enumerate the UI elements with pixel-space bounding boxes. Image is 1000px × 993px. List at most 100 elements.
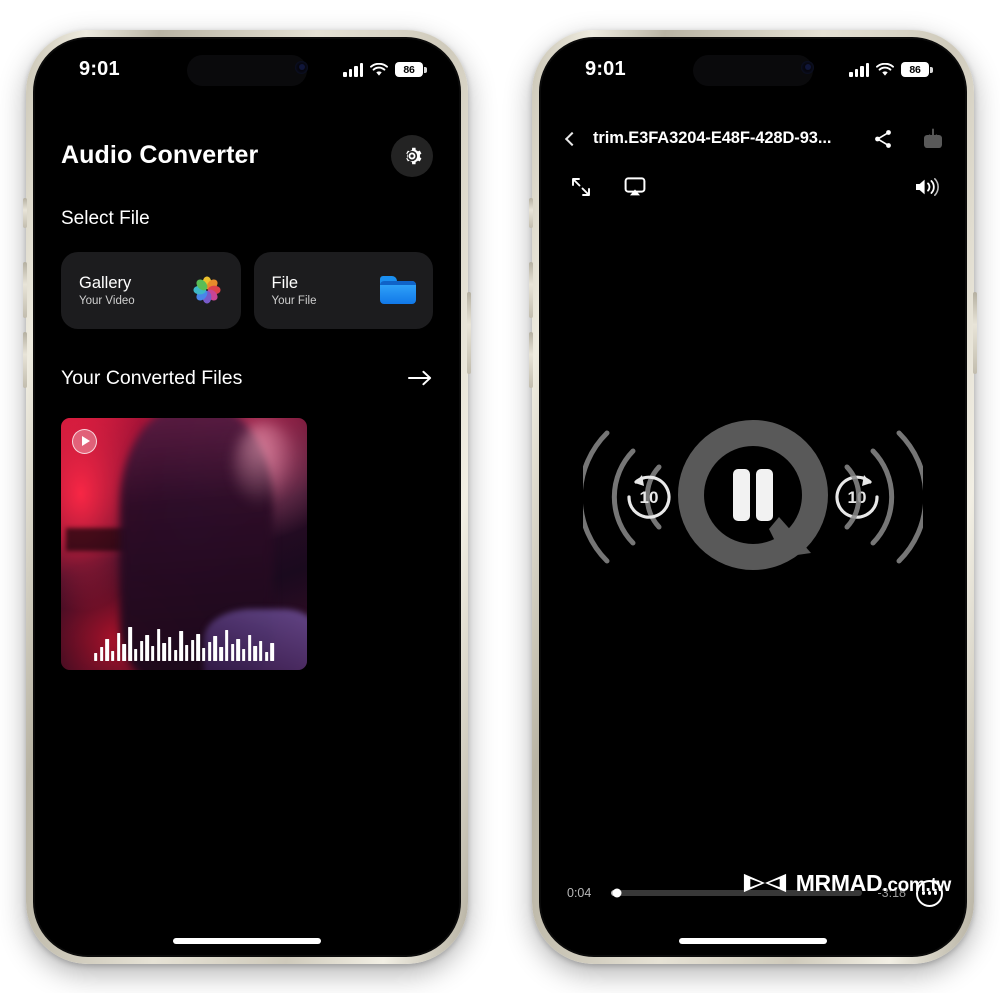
- cellular-bars-icon-right: [849, 62, 869, 77]
- file-card[interactable]: File Your File: [253, 251, 433, 329]
- power-button-right[interactable]: [973, 291, 977, 374]
- battery-percent: 86: [403, 63, 415, 76]
- play-badge-icon[interactable]: [72, 428, 97, 454]
- battery-percent-right: 86: [909, 63, 921, 76]
- waveform-bar: [196, 633, 200, 661]
- waveform-bar: [139, 640, 144, 661]
- waveform-bar: [99, 646, 104, 661]
- battery-icon-right: 86: [901, 62, 933, 77]
- player-transport-controls: 10 10: [541, 39, 965, 955]
- status-time-right: 9:01: [585, 58, 626, 80]
- transport-cluster: 10 10: [583, 419, 923, 570]
- volume-down-button[interactable]: [23, 331, 27, 388]
- audio-converter-app: Audio Converter Select File Gallery Your…: [35, 39, 459, 955]
- source-cards: Gallery Your Video File Your File: [61, 251, 433, 329]
- audio-waveform-icon: [94, 619, 274, 661]
- waveform-bar: [145, 634, 149, 661]
- file-card-title: File: [271, 273, 299, 292]
- right-phone-bezel: 9:01 86 trim.E3FA3204-E48F-428D-93... 10…: [539, 36, 967, 957]
- waveform-bar: [185, 644, 189, 661]
- pause-icon: [733, 468, 773, 521]
- converted-files-label: Your Converted Files: [61, 366, 243, 389]
- mute-switch[interactable]: [23, 197, 27, 228]
- file-card-subtitle: Your File: [271, 295, 317, 308]
- waveform-bar: [151, 645, 155, 661]
- waveform-bar: [111, 650, 115, 661]
- waveform-bar: [230, 643, 235, 661]
- waveform-bar: [128, 626, 132, 661]
- converted-files-header[interactable]: Your Converted Files: [61, 367, 433, 390]
- left-phone-screen: 9:01 86 Audio Converter Select File Gall…: [35, 38, 459, 955]
- right-phone-screen: 9:01 86 trim.E3FA3204-E48F-428D-93... 10…: [541, 38, 965, 955]
- screenshot-stage: 9:01 86 Audio Converter Select File Gall…: [0, 0, 1000, 993]
- arrow-right-icon[interactable]: [408, 369, 433, 387]
- waveform-bar: [207, 641, 212, 661]
- waveform-bar: [105, 638, 109, 661]
- gallery-card-text: Gallery Your Video: [79, 273, 135, 308]
- watermark-domain: .com.tw: [882, 874, 951, 896]
- left-phone-bezel: 9:01 86 Audio Converter Select File Gall…: [33, 36, 461, 957]
- home-indicator-right[interactable]: [679, 937, 827, 944]
- seek-knob[interactable]: [612, 888, 622, 898]
- waveform-bar: [242, 648, 246, 661]
- waveform-bar: [94, 652, 98, 661]
- waveform-bar: [219, 646, 223, 661]
- gallery-card[interactable]: Gallery Your Video: [61, 251, 241, 329]
- waveform-bar: [247, 634, 252, 661]
- waveform-bar: [190, 639, 195, 661]
- waveform-bar: [162, 642, 166, 661]
- waveform-bar: [173, 649, 178, 661]
- waveform-bar: [253, 645, 257, 661]
- media-player: trim.E3FA3204-E48F-428D-93... 10 10 0:04…: [541, 39, 965, 955]
- volume-down-button-right[interactable]: [529, 331, 533, 388]
- volume-up-button-right[interactable]: [529, 261, 533, 318]
- volume-up-button[interactable]: [23, 261, 27, 318]
- waveform-bar: [236, 638, 240, 661]
- waveform-bar: [213, 635, 217, 661]
- mrmad-watermark: MRMAD.com.tw: [743, 870, 951, 897]
- waveform-bar: [168, 636, 172, 661]
- converted-file-thumbnail[interactable]: [61, 417, 307, 670]
- sound-wave-right-icon: [844, 430, 923, 563]
- thumbnail-highlight: [233, 422, 298, 509]
- photos-flower-icon: [190, 273, 224, 307]
- skip-back-label: 10: [640, 488, 659, 507]
- waveform-bar: [133, 648, 138, 661]
- gallery-card-title: Gallery: [79, 273, 132, 292]
- status-bar-right: 9:01 86: [541, 39, 965, 97]
- power-button[interactable]: [467, 291, 471, 374]
- waveform-bar: [179, 630, 183, 661]
- waveform-bar: [264, 651, 269, 661]
- home-indicator[interactable]: [173, 937, 321, 944]
- select-file-label: Select File: [61, 207, 150, 229]
- gallery-card-subtitle: Your Video: [79, 295, 135, 308]
- wifi-icon: [370, 62, 388, 76]
- waveform-bar: [202, 647, 206, 661]
- settings-button[interactable]: [391, 134, 433, 177]
- battery-icon: 86: [395, 62, 427, 77]
- waveform-bar: [116, 632, 121, 661]
- watermark-text: MRMAD.com.tw: [795, 869, 952, 897]
- gear-icon: [406, 147, 422, 164]
- waveform-bar: [270, 642, 274, 661]
- waveform-bar: [122, 643, 126, 661]
- mute-switch-right[interactable]: [529, 197, 533, 228]
- waveform-bar: [259, 640, 263, 661]
- page-title: Audio Converter: [61, 141, 259, 169]
- waveform-bar: [156, 628, 161, 661]
- status-time: 9:01: [79, 58, 120, 80]
- wifi-icon-right: [876, 62, 894, 76]
- cellular-bars-icon: [343, 62, 363, 77]
- mrmad-bowtie-logo: [743, 873, 786, 893]
- quicktime-q-logo: [678, 419, 828, 570]
- status-bar: 9:01 86: [35, 39, 459, 97]
- file-card-text: File Your File: [272, 273, 317, 308]
- current-time-label: 0:04: [567, 886, 592, 900]
- right-phone-frame: 9:01 86 trim.E3FA3204-E48F-428D-93... 10…: [529, 29, 977, 964]
- waveform-bar: [224, 629, 229, 661]
- status-indicators: 86: [343, 62, 427, 77]
- status-indicators-right: 86: [849, 62, 933, 77]
- watermark-brand: MRMAD: [795, 869, 883, 896]
- folder-icon: [380, 276, 416, 304]
- app-header: Audio Converter: [61, 134, 433, 177]
